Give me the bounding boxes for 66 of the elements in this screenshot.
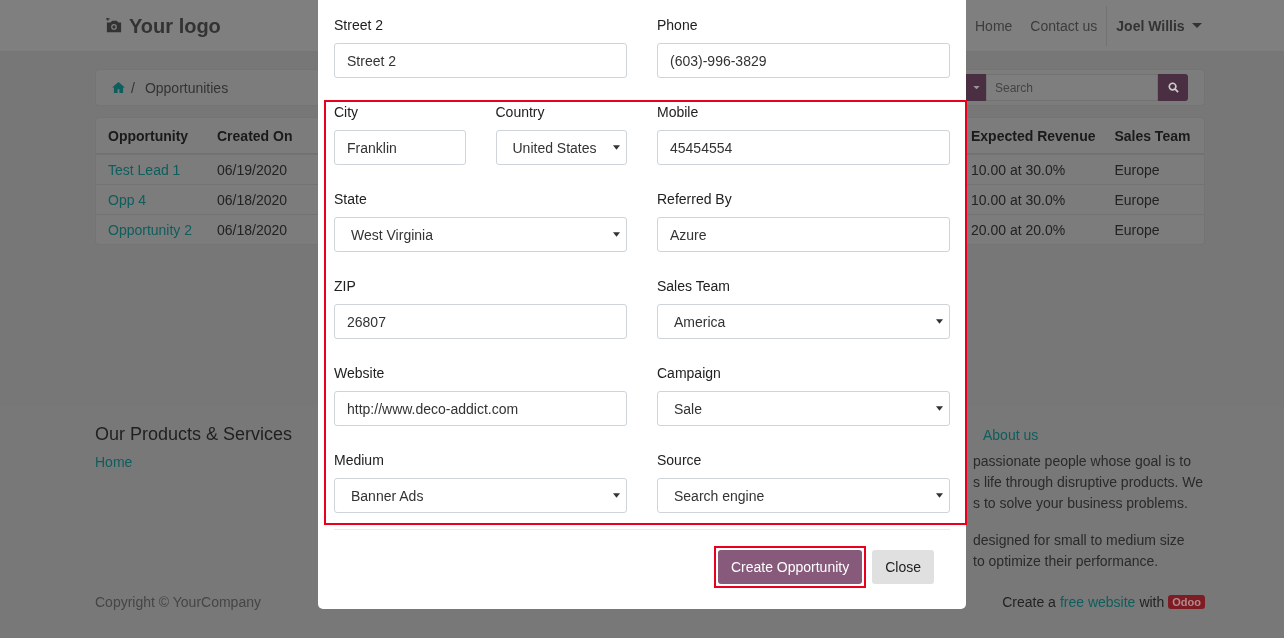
table-cell-text: Europe [1114, 221, 1161, 238]
caret-icon [613, 493, 620, 498]
field-label: Referred By [657, 190, 733, 209]
field-label: City [334, 103, 360, 122]
close-button[interactable]: Close [872, 550, 934, 584]
paragraph-line: designed for small to medium size [972, 531, 1186, 550]
paragraph-line: to optimize their performance. [972, 552, 1160, 571]
breadcrumb-separator: / [131, 79, 135, 96]
select-field[interactable]: Sale [657, 391, 950, 426]
input-field[interactable]: (603)-996-3829 [657, 43, 950, 78]
field-label: Website [334, 364, 386, 383]
caret-icon [1191, 23, 1202, 29]
home-icon[interactable] [112, 82, 125, 93]
caret-icon [936, 406, 943, 411]
select-field[interactable]: Banner Ads [334, 478, 627, 513]
column-header: Expected Revenue [971, 127, 1097, 144]
brand-badge: Odoo [1168, 595, 1205, 609]
search-icon [1167, 82, 1179, 93]
input-field[interactable]: 45454554 [657, 130, 950, 165]
column-header: Created On [217, 127, 294, 144]
field-label: Phone [657, 16, 699, 35]
table-cell-text: Europe [1114, 191, 1161, 208]
credit-text: with [1139, 594, 1165, 610]
table-cell-text: 06/18/2020 [217, 221, 289, 238]
select-field[interactable]: West Virginia [334, 217, 627, 252]
caret-icon [613, 145, 620, 150]
input-field[interactable]: Franklin [334, 130, 466, 165]
select-field[interactable]: Search engine [657, 478, 950, 513]
table-cell-text: Europe [1114, 161, 1161, 178]
column-header: Opportunity [107, 127, 190, 144]
search-button[interactable] [1158, 74, 1188, 101]
input-field[interactable]: 26807 [334, 304, 627, 339]
field-label: Campaign [657, 364, 722, 383]
caret-icon [936, 493, 943, 498]
table-cell-text: 06/18/2020 [217, 191, 289, 208]
paragraph-line: s to solve your business problems. [972, 494, 1189, 513]
field-label: Sales Team [657, 277, 731, 296]
table-cell-text: 10.00 at 30.0% [971, 161, 1067, 178]
input-field[interactable]: Azure [657, 217, 950, 252]
camera-icon [105, 18, 123, 34]
select-field[interactable]: United States [495, 130, 627, 165]
select-field[interactable]: America [657, 304, 950, 339]
caret-icon [936, 319, 943, 324]
field-label: Street 2 [334, 16, 385, 35]
caret-icon [613, 232, 620, 237]
field-label: State [334, 190, 368, 209]
input-field[interactable]: Street 2 [334, 43, 627, 78]
footer-heading: Our Products & Services [95, 424, 294, 445]
field-label: Country [495, 103, 546, 122]
create-button[interactable]: Create Opportunity [717, 550, 863, 584]
field-label: Mobile [657, 103, 700, 122]
input-field[interactable]: http://www.deco-addict.com [334, 391, 627, 426]
field-label: ZIP [334, 277, 357, 296]
field-label: Medium [334, 451, 385, 470]
paragraph-line: passionate people whose goal is to [972, 452, 1192, 471]
breadcrumb-current: Opportunities [144, 79, 229, 96]
credit-text: Create a [1002, 594, 1056, 610]
paragraph-line: s life through disruptive products. We [972, 473, 1205, 492]
caret-icon [972, 85, 980, 90]
table-cell-text: 20.00 at 20.0% [971, 221, 1067, 238]
search-field[interactable]: Search [986, 74, 1158, 101]
table-cell-text: 06/19/2020 [217, 161, 289, 178]
filter-dropdown[interactable] [966, 74, 986, 101]
column-header: Sales Team [1114, 127, 1192, 144]
field-label: Source [657, 451, 703, 470]
table-cell-text: 10.00 at 30.0% [971, 191, 1067, 208]
